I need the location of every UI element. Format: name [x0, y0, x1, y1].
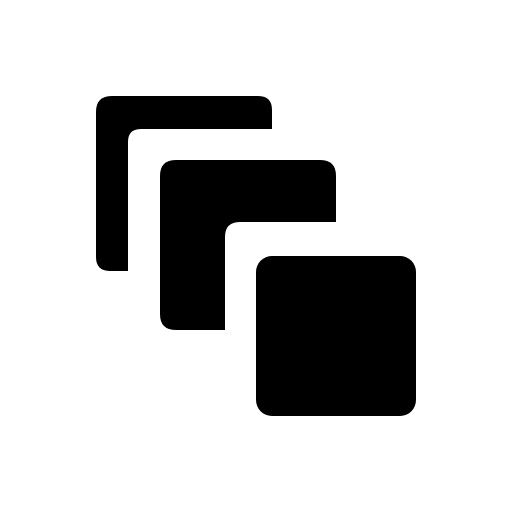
- icon-canvas: [0, 0, 512, 512]
- front-layer-square: [256, 256, 416, 416]
- stacked-squares-icon: [96, 96, 416, 416]
